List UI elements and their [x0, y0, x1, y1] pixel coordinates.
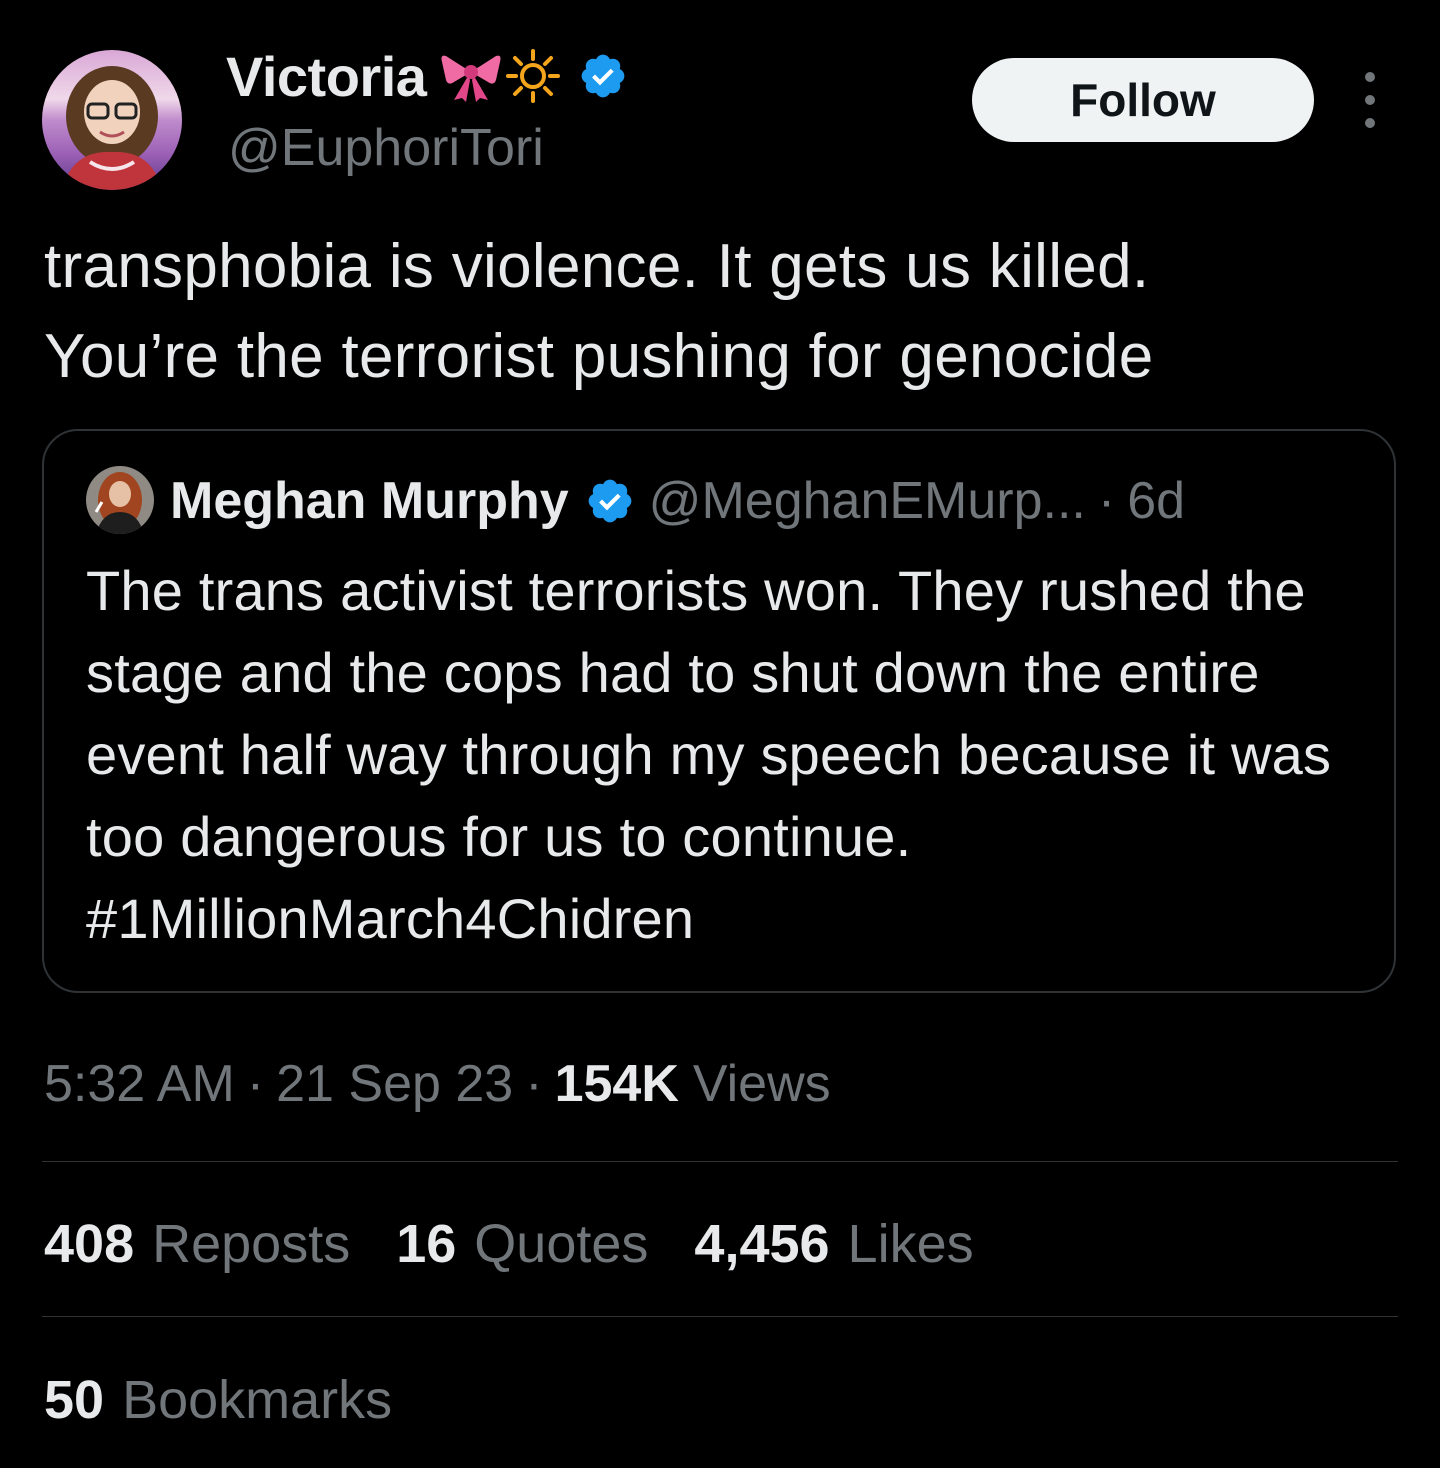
sun-icon — [506, 49, 561, 103]
divider — [42, 1316, 1398, 1317]
views-count: 154K — [554, 1055, 679, 1113]
divider — [42, 1161, 1398, 1162]
tweet-meta: 5:32 AM · 21 Sep 23 · 154K Views — [44, 1048, 831, 1120]
author-name-row[interactable]: Victoria — [226, 38, 628, 114]
quoted-tweet-header[interactable]: Meghan Murphy @MeghanEMurp... · 6d — [170, 462, 1185, 540]
reposts-count: 408 — [44, 1214, 135, 1274]
tweet-text: transphobia is violence. It gets us kill… — [44, 232, 1154, 391]
bookmarks-count: 50 — [44, 1370, 105, 1430]
likes-count: 4,456 — [694, 1214, 830, 1274]
author-name[interactable]: Victoria — [226, 44, 427, 109]
verified-badge-icon[interactable] — [578, 51, 628, 101]
reposts-stat[interactable]: 408 Reposts — [44, 1213, 350, 1275]
meta-separator: · — [525, 1055, 543, 1113]
more-dot — [1365, 118, 1375, 128]
bookmarks-stat[interactable]: 50 Bookmarks — [44, 1362, 392, 1438]
author-avatar-image — [42, 50, 182, 190]
more-dot — [1365, 95, 1375, 105]
quoted-author-name[interactable]: Meghan Murphy — [170, 471, 569, 531]
quotes-label: Quotes — [474, 1214, 649, 1274]
follow-button[interactable]: Follow — [972, 58, 1314, 142]
author-handle[interactable]: @EuphoriTori — [228, 118, 544, 178]
verified-badge-icon — [588, 479, 632, 523]
quoted-tweet-text: The trans activist terrorists won. They … — [86, 559, 1332, 950]
quoted-separator: · — [1097, 472, 1116, 530]
quoted-timestamp[interactable]: 6d — [1127, 471, 1185, 531]
meta-separator: · — [246, 1055, 265, 1113]
tweet-time[interactable]: 5:32 AM — [44, 1054, 235, 1114]
likes-label: Likes — [847, 1214, 974, 1274]
quotes-count: 16 — [396, 1214, 457, 1274]
bookmarks-label: Bookmarks — [122, 1370, 393, 1430]
quoted-author-avatar[interactable] — [86, 466, 154, 534]
ribbon-icon — [441, 55, 501, 102]
engagement-stats: 408 Reposts 16 Quotes 4,456 Likes — [44, 1206, 1020, 1282]
tweet-date[interactable]: 21 Sep 23 — [276, 1054, 513, 1114]
quoted-author-handle[interactable]: @MeghanEMurp... — [649, 471, 1086, 531]
views-label: Views — [692, 1055, 831, 1113]
quoted-avatar-image — [86, 466, 154, 534]
likes-stat[interactable]: 4,456 Likes — [694, 1213, 973, 1275]
more-dot — [1365, 72, 1375, 82]
author-avatar[interactable] — [42, 50, 182, 190]
quotes-stat[interactable]: 16 Quotes — [396, 1213, 648, 1275]
reposts-label: Reposts — [152, 1214, 351, 1274]
more-options-icon[interactable] — [1350, 72, 1390, 128]
